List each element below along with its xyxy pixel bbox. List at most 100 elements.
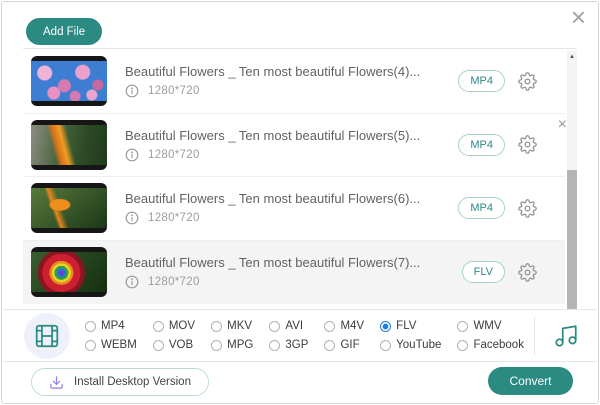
video-thumbnail: [31, 119, 107, 170]
file-resolution: 1280*720: [148, 212, 200, 225]
file-meta: Beautiful Flowers _ Ten most beautiful F…: [125, 64, 458, 98]
file-title: Beautiful Flowers _ Ten most beautiful F…: [125, 255, 421, 271]
add-file-button[interactable]: Add File: [26, 18, 103, 45]
radio-icon[interactable]: [380, 320, 392, 332]
format-label: FLV: [396, 320, 417, 332]
format-badge[interactable]: MP4: [458, 133, 505, 156]
format-radio-mkv[interactable]: MKV: [211, 320, 253, 332]
install-desktop-button[interactable]: Install Desktop Version: [31, 368, 209, 396]
file-resolution: 1280*720: [148, 148, 200, 161]
info-icon[interactable]: [125, 84, 139, 98]
format-radio-mov[interactable]: MOV: [152, 320, 196, 332]
file-row[interactable]: Beautiful Flowers _ Ten most beautiful F…: [23, 114, 567, 177]
format-label: MPG: [227, 339, 254, 351]
format-radio-youtube[interactable]: YouTube: [380, 339, 441, 351]
file-title: Beautiful Flowers _ Ten most beautiful F…: [125, 64, 421, 80]
format-label: 3GP: [285, 339, 309, 351]
thumbnail-image: [31, 124, 107, 165]
close-icon[interactable]: ×: [571, 4, 586, 30]
format-radio-gif[interactable]: GIF: [324, 339, 364, 351]
settings-gear-icon[interactable]: [518, 262, 537, 282]
file-resolution: 1280*720: [148, 85, 200, 98]
radio-icon[interactable]: [457, 320, 469, 332]
thumbnail-image: [31, 61, 107, 102]
app-window: × Add File Beautiful Flowers _ Ten most …: [1, 1, 599, 404]
info-icon[interactable]: [125, 275, 139, 289]
file-rows: Beautiful Flowers _ Ten most beautiful F…: [23, 50, 567, 309]
format-label: MP4: [101, 320, 125, 332]
radio-icon[interactable]: [211, 339, 223, 351]
radio-icon[interactable]: [85, 339, 96, 351]
scroll-up-icon[interactable]: ▲: [567, 54, 577, 60]
radio-icon[interactable]: [324, 320, 336, 332]
format-radio-webm[interactable]: WEBM: [85, 339, 137, 351]
format-radio-mp4[interactable]: MP4: [85, 320, 137, 332]
file-title: Beautiful Flowers _ Ten most beautiful F…: [125, 191, 421, 207]
format-radio-3gp[interactable]: 3GP: [269, 339, 308, 351]
remove-file-icon[interactable]: ×: [558, 116, 567, 133]
radio-icon[interactable]: [152, 320, 164, 332]
info-icon[interactable]: [125, 148, 139, 162]
file-subline: 1280*720: [125, 211, 458, 225]
radio-icon[interactable]: [152, 339, 164, 351]
format-label: MOV: [168, 320, 196, 332]
format-radio-vob[interactable]: VOB: [152, 339, 195, 351]
convert-button[interactable]: Convert: [488, 367, 573, 395]
thumbnail-image: [31, 252, 107, 293]
file-resolution: 1280*720: [148, 276, 200, 289]
video-thumbnail: [31, 56, 107, 107]
thumbnail-image: [31, 188, 107, 229]
format-badge[interactable]: MP4: [458, 197, 505, 220]
format-label: M4V: [340, 320, 365, 332]
scrollbar[interactable]: ▲: [567, 51, 577, 309]
download-icon: [49, 375, 64, 390]
install-label: Install Desktop Version: [74, 376, 191, 388]
video-thumbnail: [31, 247, 107, 298]
format-label: AVI: [285, 320, 304, 332]
file-meta: Beautiful Flowers _ Ten most beautiful F…: [125, 191, 458, 225]
format-badge[interactable]: MP4: [458, 70, 505, 93]
film-icon: [34, 323, 60, 349]
radio-icon[interactable]: [269, 339, 281, 351]
format-label: WEBM: [101, 339, 137, 351]
settings-gear-icon[interactable]: [518, 198, 537, 218]
settings-gear-icon[interactable]: [518, 135, 537, 155]
format-label: Facebook: [473, 339, 524, 351]
format-label: GIF: [340, 339, 360, 351]
format-radio-flv[interactable]: FLV: [380, 320, 441, 332]
file-row[interactable]: Beautiful Flowers _ Ten most beautiful F…: [23, 240, 565, 304]
video-thumbnail: [31, 183, 107, 234]
video-format-section-icon: [24, 312, 70, 359]
file-meta: Beautiful Flowers _ Ten most beautiful F…: [125, 255, 462, 289]
file-title: Beautiful Flowers _ Ten most beautiful F…: [125, 127, 421, 143]
file-row[interactable]: Beautiful Flowers _ Ten most beautiful F…: [23, 50, 565, 114]
radio-icon[interactable]: [269, 320, 281, 332]
format-badge[interactable]: FLV: [461, 261, 505, 284]
format-label: VOB: [168, 339, 194, 351]
format-radio-m4v[interactable]: M4V: [324, 320, 364, 332]
radio-icon[interactable]: [457, 339, 469, 351]
format-options-grid: MP4 MOV MKV AVI M4V FLV WMV WEBM VOB MPG 3GP GIF You…: [85, 320, 524, 351]
format-bar: MP4 MOV MKV AVI M4V FLV WMV WEBM VOB MPG 3GP GIF You…: [3, 309, 597, 362]
footer: Install Desktop Version Convert: [3, 362, 597, 402]
video-converter-app: { "icons": { "close": "×", "row_close": …: [0, 0, 600, 405]
format-radio-wmv[interactable]: WMV: [457, 320, 524, 332]
format-radio-facebook[interactable]: Facebook: [457, 339, 524, 351]
settings-gear-icon[interactable]: [518, 71, 537, 91]
format-radio-mpg[interactable]: MPG: [211, 339, 253, 351]
audio-formats-icon[interactable]: [535, 323, 597, 349]
file-list: Beautiful Flowers _ Ten most beautiful F…: [23, 48, 577, 309]
radio-icon[interactable]: [324, 339, 336, 351]
format-label: MKV: [227, 320, 253, 332]
scrollbar-thumb[interactable]: [567, 169, 577, 309]
format-label: YouTube: [396, 339, 442, 351]
file-subline: 1280*720: [125, 84, 458, 98]
radio-icon[interactable]: [380, 339, 392, 351]
radio-icon[interactable]: [85, 320, 96, 332]
format-label: WMV: [473, 320, 502, 332]
info-icon[interactable]: [125, 211, 139, 225]
file-row[interactable]: Beautiful Flowers _ Ten most beautiful F…: [23, 177, 565, 241]
file-subline: 1280*720: [125, 275, 462, 289]
format-radio-avi[interactable]: AVI: [269, 320, 308, 332]
radio-icon[interactable]: [211, 320, 223, 332]
